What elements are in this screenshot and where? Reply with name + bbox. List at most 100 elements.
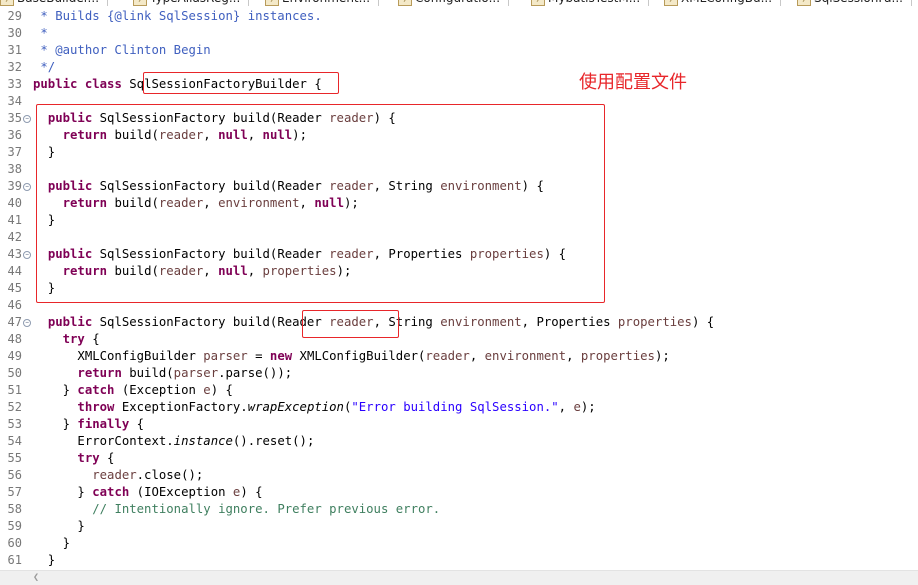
code-text-line: return build(reader, null, null); — [33, 127, 307, 144]
tab-divider — [780, 0, 782, 6]
code-line[interactable]: 41 } — [0, 212, 918, 229]
code-line[interactable]: 50 return build(parser.parse()); — [0, 365, 918, 382]
code-line[interactable]: 33 public class SqlSessionFactoryBuilder … — [0, 76, 918, 93]
code-line[interactable]: 49 XMLConfigBuilder parser = new XMLConf… — [0, 348, 918, 365]
code-text-line: } — [33, 535, 70, 552]
line-number: 43 — [7, 247, 22, 261]
editor-tab[interactable]: JXMLConfigBu... — [664, 0, 782, 7]
code-line[interactable]: 57 } catch (IOException e) { — [0, 484, 918, 501]
code-line[interactable]: 36 return build(reader, null, null); — [0, 127, 918, 144]
code-line[interactable]: 29 * Builds {@link SqlSession} instances… — [0, 8, 918, 25]
code-variable: reader — [158, 264, 204, 278]
code-text-line: reader.close(); — [33, 467, 203, 484]
code-line[interactable]: 58 // Intentionally ignore. Prefer previ… — [0, 501, 918, 518]
code-keyword: class — [84, 77, 122, 91]
java-file-icon: J — [664, 0, 678, 6]
code-line[interactable]: 47− public SqlSessionFactory build(Reade… — [0, 314, 918, 331]
code-text: ) { — [543, 247, 567, 261]
scroll-left-icon[interactable]: ❮ — [33, 572, 39, 583]
code-line[interactable]: 54 ErrorContext.instance().reset(); — [0, 433, 918, 450]
code-text-line: throw ExceptionFactory.wrapException("Er… — [33, 399, 595, 416]
line-number: 57 — [7, 485, 22, 499]
code-text: (IOException — [129, 485, 233, 499]
code-text-line: public SqlSessionFactory build(Reader re… — [33, 246, 566, 263]
code-editor[interactable]: 29 * Builds {@link SqlSession} instances… — [0, 8, 918, 569]
code-text-line: public SqlSessionFactory build(Reader re… — [33, 110, 396, 127]
code-line[interactable]: 48 try { — [0, 331, 918, 348]
line-number: 39 — [7, 179, 22, 193]
editor-tab[interactable]: JSqlSessionFa... — [797, 0, 912, 7]
code-variable: reader — [329, 179, 374, 193]
code-text: } — [33, 536, 71, 550]
code-line[interactable]: 30 * — [0, 25, 918, 42]
code-text-line: public class SqlSessionFactoryBuilder { — [33, 76, 322, 93]
code-text: } — [33, 485, 93, 499]
fold-toggle-icon[interactable]: − — [23, 183, 31, 191]
code-line[interactable]: 37 } — [0, 144, 918, 161]
code-text: ); — [292, 128, 307, 142]
code-line[interactable]: 38 — [0, 161, 918, 178]
code-text-line: XMLConfigBuilder parser = new XMLConfigB… — [33, 348, 669, 365]
line-number: 37 — [7, 145, 22, 159]
code-text: } — [33, 213, 56, 227]
code-variable: reader — [92, 468, 137, 482]
fold-toggle-icon[interactable]: − — [23, 251, 31, 259]
code-variable: properties — [617, 315, 692, 329]
tab-divider — [107, 0, 109, 6]
fold-toggle-icon[interactable]: − — [23, 319, 31, 327]
code-line[interactable]: 46 — [0, 297, 918, 314]
code-text: } — [33, 417, 78, 431]
code-variable: properties — [469, 247, 544, 261]
tab-divider — [648, 0, 650, 6]
code-line[interactable]: 32 */ — [0, 59, 918, 76]
line-number: 47 — [7, 315, 22, 329]
code-line[interactable]: 43− public SqlSessionFactory build(Reade… — [0, 246, 918, 263]
code-line[interactable]: 45 } — [0, 280, 918, 297]
line-number: 32 — [7, 60, 22, 74]
code-text: { — [99, 451, 115, 465]
code-line[interactable]: 52 throw ExceptionFactory.wrapException(… — [0, 399, 918, 416]
code-line[interactable]: 39− public SqlSessionFactory build(Reade… — [0, 178, 918, 195]
line-number: 33 — [7, 77, 22, 91]
code-line[interactable]: 59 } — [0, 518, 918, 535]
code-line[interactable]: 44 return build(reader, null, properties… — [0, 263, 918, 280]
code-text: ) { — [521, 179, 544, 193]
code-line[interactable]: 42 — [0, 229, 918, 246]
code-text: ExceptionFactory. — [114, 400, 248, 414]
code-line[interactable]: 35− public SqlSessionFactory build(Reade… — [0, 110, 918, 127]
editor-tab[interactable]: JEnvironment... — [265, 0, 380, 7]
code-text-line: } finally { — [33, 416, 144, 433]
code-text-line: return build(reader, null, properties); — [33, 263, 352, 280]
code-text: .close(); — [136, 468, 204, 482]
code-text: ) { — [691, 315, 715, 329]
code-text: = — [247, 349, 270, 363]
code-line[interactable]: 53 } finally { — [0, 416, 918, 433]
code-variable: e — [203, 383, 211, 397]
editor-tab[interactable]: JConfiguratio... — [398, 0, 510, 7]
code-line[interactable]: 34 — [0, 93, 918, 110]
code-line[interactable]: 55 try { — [0, 450, 918, 467]
code-line[interactable]: 56 reader.close(); — [0, 467, 918, 484]
editor-tab[interactable]: JTypeAliasReg... — [133, 0, 250, 7]
editor-tab[interactable]: JMybatisTestM... — [531, 0, 650, 7]
code-line[interactable]: 60 } — [0, 535, 918, 552]
code-variable: parser — [203, 349, 248, 363]
code-line[interactable]: 61 } — [0, 552, 918, 569]
editor-tab[interactable]: JBaseBuilder... — [0, 0, 109, 7]
line-number: 40 — [7, 196, 22, 210]
line-number: 46 — [7, 298, 22, 312]
fold-toggle-icon[interactable]: − — [23, 115, 31, 123]
code-text-line: return build(reader, environment, null); — [33, 195, 359, 212]
code-line[interactable]: 40 return build(reader, environment, nul… — [0, 195, 918, 212]
code-variable: reader — [158, 128, 204, 142]
code-line[interactable]: 51 } catch (Exception e) { — [0, 382, 918, 399]
code-line[interactable]: 31 * @author Clinton Begin — [0, 42, 918, 59]
code-text: { — [129, 417, 145, 431]
code-keyword: public — [47, 247, 93, 261]
code-text-line: } — [33, 144, 55, 161]
line-number: 60 — [7, 536, 22, 550]
horizontal-scrollbar[interactable]: ❮ — [0, 570, 918, 585]
code-keyword: try — [62, 332, 85, 346]
